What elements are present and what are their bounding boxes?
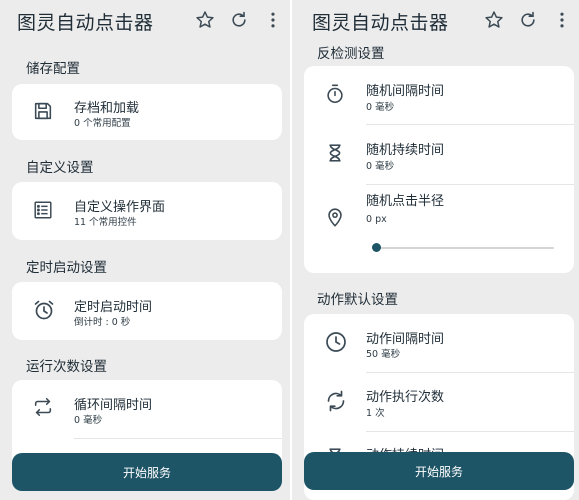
clock-icon <box>324 330 348 354</box>
list-item-random-duration[interactable]: 随机持续时间 0 毫秒 <box>304 125 574 183</box>
more-vert-icon[interactable] <box>551 9 573 31</box>
list-item-timer-start[interactable]: 定时启动时间 倒计时 : 0 秒 <box>12 282 282 340</box>
row-divider <box>74 438 282 439</box>
start-service-button[interactable]: 开始服务 <box>12 453 282 491</box>
item-subtitle: 11 个常用控件 <box>74 217 137 228</box>
card-storage: 存档和加载 0 个常用配置 <box>12 84 282 140</box>
item-title: 随机间隔时间 <box>366 84 445 99</box>
item-title: 存档和加载 <box>74 101 140 116</box>
list-item-custom-ui[interactable]: 自定义操作界面 11 个常用控件 <box>12 182 282 240</box>
list-item-action-count[interactable]: 动作执行次数 1 次 <box>304 373 574 431</box>
sync-icon <box>324 389 348 413</box>
section-title-anti-detect: 反检测设置 <box>317 46 385 62</box>
list-item-random-radius[interactable]: 随机点击半径 0 px <box>304 185 574 273</box>
location-pin-icon <box>324 205 348 229</box>
list-item-random-interval[interactable]: 随机间隔时间 0 毫秒 <box>304 66 574 124</box>
list-icon <box>32 199 56 223</box>
more-vert-icon[interactable] <box>262 9 284 31</box>
item-title: 动作执行次数 <box>366 390 445 405</box>
item-subtitle: 0 个常用配置 <box>74 118 131 129</box>
section-title-timer: 定时启动设置 <box>26 260 107 276</box>
section-title-action-defaults: 动作默认设置 <box>317 292 398 308</box>
item-subtitle: 0 毫秒 <box>366 102 395 113</box>
refresh-icon[interactable] <box>517 9 539 31</box>
section-title-runs: 运行次数设置 <box>26 359 107 375</box>
app-title: 图灵自动点击器 <box>312 12 449 34</box>
item-title: 定时启动时间 <box>74 300 153 315</box>
section-title-custom: 自定义设置 <box>26 160 94 176</box>
item-title: 自定义操作界面 <box>74 200 166 215</box>
item-subtitle: 0 px <box>366 214 387 225</box>
card-custom: 自定义操作界面 11 个常用控件 <box>12 182 282 240</box>
right-screen: 图灵自动点击器 反检测设置 随机间隔时间 0 毫秒 随机持续时间 0 毫秒 随机… <box>292 0 579 500</box>
radius-slider-track[interactable] <box>376 247 554 249</box>
save-icon <box>32 100 56 124</box>
radius-slider-thumb[interactable] <box>371 243 381 252</box>
refresh-icon[interactable] <box>228 9 250 31</box>
screens: 图灵自动点击器 储存配置 存档和加载 0 个常用配置 自定义设置 自定义操作界面… <box>0 0 579 500</box>
section-title-storage: 储存配置 <box>26 61 80 77</box>
list-item-loop-interval[interactable]: 循环间隔时间 0 毫秒 <box>12 380 282 438</box>
star-icon[interactable] <box>483 9 505 31</box>
item-subtitle: 50 毫秒 <box>366 349 401 360</box>
app-title: 图灵自动点击器 <box>17 12 154 34</box>
alarm-icon <box>32 298 56 322</box>
timer-icon <box>324 83 348 107</box>
item-subtitle: 1 次 <box>366 408 385 419</box>
item-title: 动作间隔时间 <box>366 332 445 347</box>
item-subtitle: 0 毫秒 <box>366 161 395 172</box>
hourglass-icon <box>324 142 348 166</box>
item-title: 随机点击半径 <box>366 194 445 209</box>
card-timer: 定时启动时间 倒计时 : 0 秒 <box>12 282 282 340</box>
item-subtitle: 0 毫秒 <box>74 415 103 426</box>
repeat-icon <box>32 396 56 420</box>
item-title: 循环间隔时间 <box>74 398 153 413</box>
left-screen: 图灵自动点击器 储存配置 存档和加载 0 个常用配置 自定义设置 自定义操作界面… <box>0 0 292 500</box>
start-service-button[interactable]: 开始服务 <box>304 452 574 490</box>
item-subtitle: 倒计时 : 0 秒 <box>74 317 131 328</box>
item-title: 随机持续时间 <box>366 143 445 158</box>
list-item-action-interval[interactable]: 动作间隔时间 50 毫秒 <box>304 314 574 372</box>
star-icon[interactable] <box>194 9 216 31</box>
app-bar: 图灵自动点击器 <box>0 0 292 40</box>
app-bar: 图灵自动点击器 <box>292 0 579 40</box>
card-anti-detect: 随机间隔时间 0 毫秒 随机持续时间 0 毫秒 随机点击半径 0 px <box>304 66 574 273</box>
list-item-save-load[interactable]: 存档和加载 0 个常用配置 <box>12 84 282 140</box>
